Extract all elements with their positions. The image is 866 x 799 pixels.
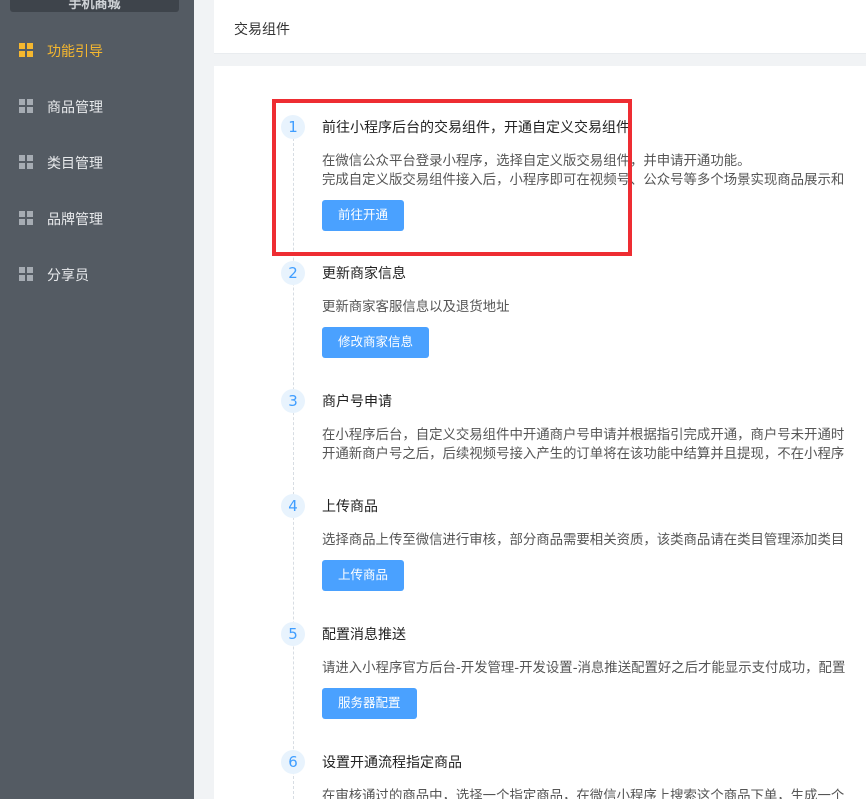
step-title: 商户号申请: [322, 394, 392, 410]
step-description: 完成自定义版交易组件接入后，小程序即可在视频号、公众号等多个场景实现商品展示和: [322, 173, 845, 188]
step-description: 更新商家客服信息以及退货地址: [322, 300, 510, 315]
step-number: 5: [281, 622, 305, 646]
sidebar-item-label: 分享员: [47, 268, 89, 284]
step-title: 设置开通流程指定商品: [322, 755, 462, 771]
upload-products-button[interactable]: 上传商品: [322, 560, 405, 591]
step-number: 4: [281, 494, 305, 518]
step-description: 在小程序后台，自定义交易组件中开通商户号申请并根据指引完成开通，商户号未开通时: [322, 428, 845, 443]
step-title: 更新商家信息: [322, 266, 406, 282]
step-description: 在微信公众平台登录小程序，选择自定义版交易组件，并申请开通功能。: [322, 154, 751, 169]
open-button[interactable]: 前往开通: [322, 200, 405, 231]
step-number: 3: [281, 389, 305, 413]
server-config-button[interactable]: 服务器配置: [322, 688, 417, 719]
sidebar-item-label: 商品管理: [47, 100, 103, 116]
timeline-line: [293, 138, 294, 799]
step-title: 配置消息推送: [322, 627, 406, 643]
sidebar-item-label: 类目管理: [47, 156, 103, 172]
grid-icon: [19, 211, 33, 225]
step-description: 请进入小程序官方后台-开发管理-开发设置-消息推送配置好之后才能显示支付成功，配…: [322, 661, 846, 676]
step-description: 在审核通过的商品中，选择一个指定商品，在微信小程序上搜索这个商品下单，生成一个: [322, 789, 845, 799]
grid-icon: [19, 267, 33, 281]
sidebar-brand: 手机商城: [10, 0, 179, 12]
sidebar-item-label: 功能引导: [47, 44, 103, 60]
grid-icon: [19, 43, 33, 57]
step-number: 1: [281, 115, 305, 139]
guide-card: 1 前往小程序后台的交易组件，开通自定义交易组件 在微信公众平台登录小程序，选择…: [214, 66, 866, 799]
sidebar-item-brands[interactable]: 品牌管理: [0, 190, 194, 246]
page-title: 交易组件: [234, 22, 290, 38]
sidebar-brand-label: 手机商城: [68, 0, 121, 12]
sidebar-item-sharers[interactable]: 分享员: [0, 246, 194, 302]
step-title: 上传商品: [322, 499, 378, 515]
step-description: 开通新商户号之后，后续视频号接入产生的订单将在该功能中结算并且提现，不在小程序: [322, 447, 845, 462]
sidebar-item-categories[interactable]: 类目管理: [0, 134, 194, 190]
page-header: 交易组件: [214, 0, 866, 54]
edit-merchant-button[interactable]: 修改商家信息: [322, 327, 430, 358]
grid-icon: [19, 155, 33, 169]
step-description: 选择商品上传至微信进行审核，部分商品需要相关资质，该类商品请在类目管理添加类目: [322, 533, 845, 548]
step-number: 6: [281, 750, 305, 774]
sidebar-item-label: 品牌管理: [47, 212, 103, 228]
grid-icon: [19, 99, 33, 113]
sidebar-item-guide[interactable]: 功能引导: [0, 22, 194, 78]
sidebar: 手机商城 功能引导 商品管理 类目管理 品牌管理 分享员: [0, 0, 194, 799]
step-number: 2: [281, 261, 305, 285]
sidebar-item-products[interactable]: 商品管理: [0, 78, 194, 134]
step-title: 前往小程序后台的交易组件，开通自定义交易组件: [322, 120, 630, 136]
